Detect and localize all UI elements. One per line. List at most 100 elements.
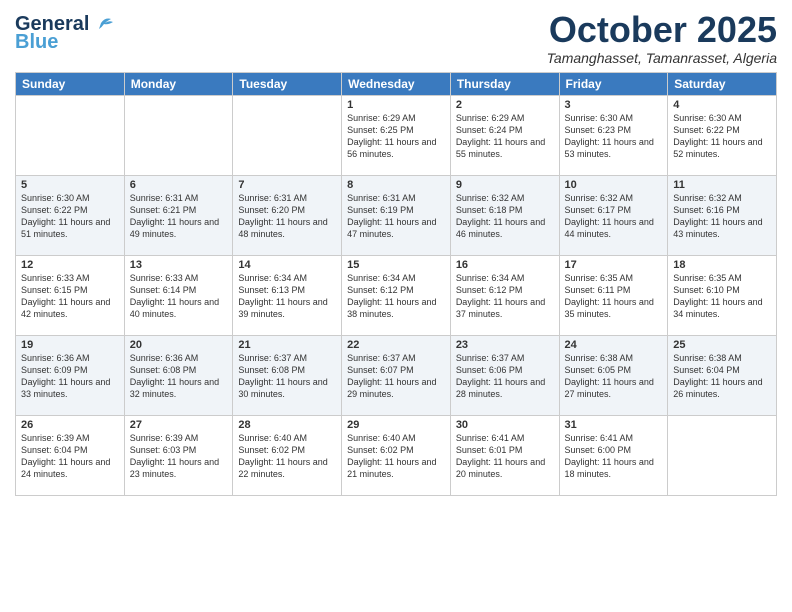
calendar-cell: 7Sunrise: 6:31 AM Sunset: 6:20 PM Daylig… [233, 175, 342, 255]
cell-info: Sunrise: 6:29 AM Sunset: 6:25 PM Dayligh… [347, 112, 445, 161]
day-number: 7 [238, 179, 336, 191]
cell-info: Sunrise: 6:36 AM Sunset: 6:08 PM Dayligh… [130, 352, 228, 401]
calendar-cell: 14Sunrise: 6:34 AM Sunset: 6:13 PM Dayli… [233, 255, 342, 335]
header: General Blue October 2025 Tamanghasset, … [15, 10, 777, 66]
calendar-cell: 8Sunrise: 6:31 AM Sunset: 6:19 PM Daylig… [342, 175, 451, 255]
calendar-table: SundayMondayTuesdayWednesdayThursdayFrid… [15, 72, 777, 496]
calendar-cell: 4Sunrise: 6:30 AM Sunset: 6:22 PM Daylig… [668, 95, 777, 175]
cell-info: Sunrise: 6:37 AM Sunset: 6:07 PM Dayligh… [347, 352, 445, 401]
cell-info: Sunrise: 6:31 AM Sunset: 6:21 PM Dayligh… [130, 192, 228, 241]
cell-info: Sunrise: 6:39 AM Sunset: 6:03 PM Dayligh… [130, 432, 228, 481]
calendar-week-row: 12Sunrise: 6:33 AM Sunset: 6:15 PM Dayli… [16, 255, 777, 335]
calendar-cell: 23Sunrise: 6:37 AM Sunset: 6:06 PM Dayli… [450, 335, 559, 415]
title-block: October 2025 Tamanghasset, Tamanrasset, … [547, 10, 777, 66]
cell-info: Sunrise: 6:36 AM Sunset: 6:09 PM Dayligh… [21, 352, 119, 401]
page: General Blue October 2025 Tamanghasset, … [0, 0, 792, 612]
day-number: 4 [673, 99, 771, 111]
logo-blue: Blue [15, 32, 58, 52]
calendar-cell: 29Sunrise: 6:40 AM Sunset: 6:02 PM Dayli… [342, 415, 451, 495]
calendar-cell: 25Sunrise: 6:38 AM Sunset: 6:04 PM Dayli… [668, 335, 777, 415]
calendar-cell: 21Sunrise: 6:37 AM Sunset: 6:08 PM Dayli… [233, 335, 342, 415]
calendar-cell: 30Sunrise: 6:41 AM Sunset: 6:01 PM Dayli… [450, 415, 559, 495]
calendar-cell: 10Sunrise: 6:32 AM Sunset: 6:17 PM Dayli… [559, 175, 668, 255]
calendar-header-row: SundayMondayTuesdayWednesdayThursdayFrid… [16, 72, 777, 95]
cell-info: Sunrise: 6:33 AM Sunset: 6:15 PM Dayligh… [21, 272, 119, 321]
day-number: 10 [565, 179, 663, 191]
calendar-week-row: 26Sunrise: 6:39 AM Sunset: 6:04 PM Dayli… [16, 415, 777, 495]
cell-info: Sunrise: 6:38 AM Sunset: 6:05 PM Dayligh… [565, 352, 663, 401]
calendar-cell: 16Sunrise: 6:34 AM Sunset: 6:12 PM Dayli… [450, 255, 559, 335]
calendar-cell: 15Sunrise: 6:34 AM Sunset: 6:12 PM Dayli… [342, 255, 451, 335]
day-number: 14 [238, 259, 336, 271]
cell-info: Sunrise: 6:30 AM Sunset: 6:22 PM Dayligh… [21, 192, 119, 241]
calendar-week-row: 1Sunrise: 6:29 AM Sunset: 6:25 PM Daylig… [16, 95, 777, 175]
calendar-cell: 28Sunrise: 6:40 AM Sunset: 6:02 PM Dayli… [233, 415, 342, 495]
calendar-cell [233, 95, 342, 175]
day-number: 20 [130, 339, 228, 351]
day-number: 26 [21, 419, 119, 431]
day-number: 12 [21, 259, 119, 271]
day-number: 3 [565, 99, 663, 111]
cell-info: Sunrise: 6:35 AM Sunset: 6:11 PM Dayligh… [565, 272, 663, 321]
cell-info: Sunrise: 6:40 AM Sunset: 6:02 PM Dayligh… [347, 432, 445, 481]
calendar-cell: 9Sunrise: 6:32 AM Sunset: 6:18 PM Daylig… [450, 175, 559, 255]
cell-info: Sunrise: 6:32 AM Sunset: 6:18 PM Dayligh… [456, 192, 554, 241]
day-number: 24 [565, 339, 663, 351]
calendar-cell: 18Sunrise: 6:35 AM Sunset: 6:10 PM Dayli… [668, 255, 777, 335]
day-number: 2 [456, 99, 554, 111]
day-of-week-header: Sunday [16, 72, 125, 95]
calendar-cell [124, 95, 233, 175]
day-number: 22 [347, 339, 445, 351]
day-of-week-header: Friday [559, 72, 668, 95]
day-number: 28 [238, 419, 336, 431]
calendar-cell [16, 95, 125, 175]
cell-info: Sunrise: 6:40 AM Sunset: 6:02 PM Dayligh… [238, 432, 336, 481]
calendar-cell: 11Sunrise: 6:32 AM Sunset: 6:16 PM Dayli… [668, 175, 777, 255]
day-number: 29 [347, 419, 445, 431]
day-number: 13 [130, 259, 228, 271]
calendar-cell: 3Sunrise: 6:30 AM Sunset: 6:23 PM Daylig… [559, 95, 668, 175]
day-number: 18 [673, 259, 771, 271]
cell-info: Sunrise: 6:37 AM Sunset: 6:06 PM Dayligh… [456, 352, 554, 401]
calendar-cell: 6Sunrise: 6:31 AM Sunset: 6:21 PM Daylig… [124, 175, 233, 255]
cell-info: Sunrise: 6:30 AM Sunset: 6:22 PM Dayligh… [673, 112, 771, 161]
cell-info: Sunrise: 6:41 AM Sunset: 6:01 PM Dayligh… [456, 432, 554, 481]
day-number: 31 [565, 419, 663, 431]
day-of-week-header: Thursday [450, 72, 559, 95]
logo-bird-icon [91, 15, 113, 31]
day-of-week-header: Wednesday [342, 72, 451, 95]
day-number: 21 [238, 339, 336, 351]
cell-info: Sunrise: 6:39 AM Sunset: 6:04 PM Dayligh… [21, 432, 119, 481]
day-number: 1 [347, 99, 445, 111]
day-number: 6 [130, 179, 228, 191]
day-number: 5 [21, 179, 119, 191]
day-number: 16 [456, 259, 554, 271]
day-number: 27 [130, 419, 228, 431]
calendar-cell: 26Sunrise: 6:39 AM Sunset: 6:04 PM Dayli… [16, 415, 125, 495]
calendar-cell: 27Sunrise: 6:39 AM Sunset: 6:03 PM Dayli… [124, 415, 233, 495]
day-number: 17 [565, 259, 663, 271]
calendar-cell: 5Sunrise: 6:30 AM Sunset: 6:22 PM Daylig… [16, 175, 125, 255]
calendar-week-row: 5Sunrise: 6:30 AM Sunset: 6:22 PM Daylig… [16, 175, 777, 255]
day-number: 23 [456, 339, 554, 351]
cell-info: Sunrise: 6:31 AM Sunset: 6:20 PM Dayligh… [238, 192, 336, 241]
day-of-week-header: Monday [124, 72, 233, 95]
calendar-cell: 12Sunrise: 6:33 AM Sunset: 6:15 PM Dayli… [16, 255, 125, 335]
day-number: 19 [21, 339, 119, 351]
calendar-week-row: 19Sunrise: 6:36 AM Sunset: 6:09 PM Dayli… [16, 335, 777, 415]
day-number: 8 [347, 179, 445, 191]
calendar-cell: 17Sunrise: 6:35 AM Sunset: 6:11 PM Dayli… [559, 255, 668, 335]
cell-info: Sunrise: 6:35 AM Sunset: 6:10 PM Dayligh… [673, 272, 771, 321]
cell-info: Sunrise: 6:38 AM Sunset: 6:04 PM Dayligh… [673, 352, 771, 401]
cell-info: Sunrise: 6:30 AM Sunset: 6:23 PM Dayligh… [565, 112, 663, 161]
calendar-cell: 20Sunrise: 6:36 AM Sunset: 6:08 PM Dayli… [124, 335, 233, 415]
day-number: 11 [673, 179, 771, 191]
calendar-cell: 2Sunrise: 6:29 AM Sunset: 6:24 PM Daylig… [450, 95, 559, 175]
month-title: October 2025 [547, 10, 777, 50]
calendar-cell: 22Sunrise: 6:37 AM Sunset: 6:07 PM Dayli… [342, 335, 451, 415]
calendar-cell: 31Sunrise: 6:41 AM Sunset: 6:00 PM Dayli… [559, 415, 668, 495]
cell-info: Sunrise: 6:32 AM Sunset: 6:16 PM Dayligh… [673, 192, 771, 241]
logo: General Blue [15, 14, 113, 52]
cell-info: Sunrise: 6:31 AM Sunset: 6:19 PM Dayligh… [347, 192, 445, 241]
cell-info: Sunrise: 6:29 AM Sunset: 6:24 PM Dayligh… [456, 112, 554, 161]
